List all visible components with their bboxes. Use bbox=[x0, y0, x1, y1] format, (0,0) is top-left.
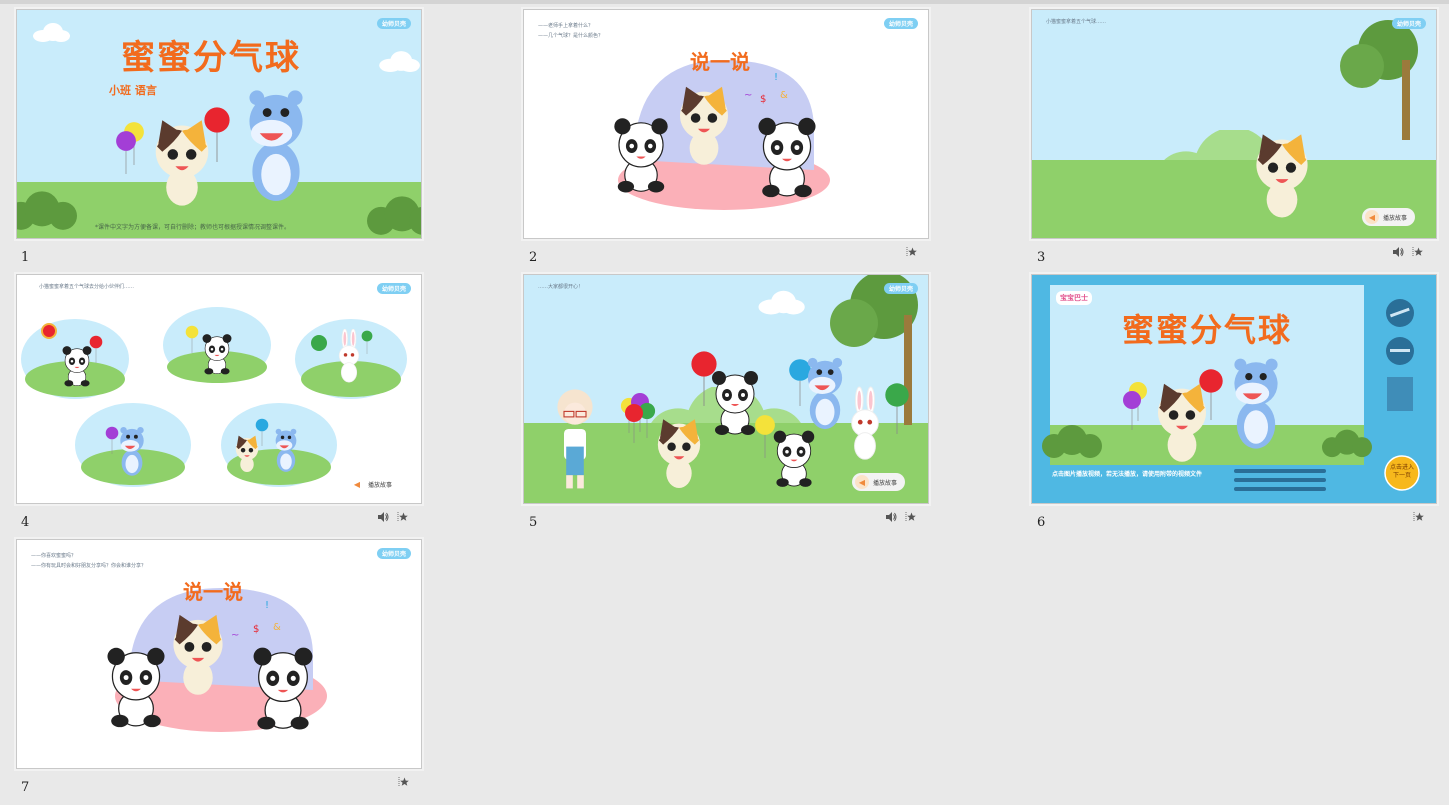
star-icon[interactable] bbox=[397, 776, 409, 788]
slide-6-next-sub: 下一页 bbox=[1392, 472, 1411, 479]
slide-1-subtitle: 小班 语言 bbox=[109, 84, 157, 97]
slide-5-indicators bbox=[885, 511, 916, 523]
slide-3-indicators bbox=[1392, 246, 1423, 258]
slide-5-logo: 幼师贝壳 bbox=[883, 283, 918, 294]
slide-2-logo: 幼师贝壳 bbox=[883, 18, 918, 29]
slide-4-logo: 幼师贝壳 bbox=[376, 283, 411, 294]
slide-2-artwork: ! $ & ~ bbox=[524, 10, 928, 238]
star-icon[interactable] bbox=[905, 246, 917, 258]
slide-3-play-label: 播放故事 bbox=[1383, 214, 1408, 222]
slide-thumbnail-4[interactable]: 小猫蜜蜜拿着五个气球去分给小伙伴们…… 幼师贝壳 ◀ 播放故事 bbox=[16, 274, 422, 504]
slide-5-story-text: ……大家都很开心！ bbox=[538, 284, 584, 290]
slide-number-3: 3 bbox=[1037, 250, 1046, 265]
slide-5-artwork bbox=[524, 275, 928, 503]
slide-7-heading: 说一说 bbox=[183, 580, 243, 604]
slide-7-indicators bbox=[397, 776, 409, 788]
star-icon[interactable] bbox=[1412, 511, 1424, 523]
star-icon[interactable] bbox=[396, 511, 408, 523]
slide-2-question-1: ——老师手上拿着什么？ bbox=[538, 23, 594, 29]
svg-text:$: $ bbox=[760, 94, 766, 105]
slide-4-artwork bbox=[17, 275, 421, 503]
slide-7-question-2: ——你有玩具时会和好朋友分享吗？你会和谁分享？ bbox=[31, 563, 147, 569]
slide-thumbnail-5[interactable]: ……大家都很开心！ 幼师贝壳 ◀ 播放故事 bbox=[523, 274, 929, 504]
slide-6-indicators bbox=[1412, 511, 1424, 523]
svg-text:&: & bbox=[780, 90, 788, 101]
slide-3-story-text: 小猫蜜蜜拿着五个气球…… bbox=[1046, 19, 1107, 25]
slide-number-5: 5 bbox=[529, 515, 538, 530]
slide-4-play-story-button[interactable]: ◀ 播放故事 bbox=[347, 475, 400, 493]
slide-3-artwork bbox=[1032, 10, 1436, 238]
slide-number-1: 1 bbox=[21, 250, 30, 265]
speaker-icon: ◀ bbox=[855, 475, 869, 489]
star-icon[interactable] bbox=[1411, 246, 1423, 258]
svg-text:!: ! bbox=[774, 72, 778, 83]
speaker-icon[interactable] bbox=[377, 511, 389, 523]
slide-3-logo: 幼师贝壳 bbox=[1391, 18, 1426, 29]
slide-5-play-label: 播放故事 bbox=[873, 479, 898, 487]
slide-1-title: 蜜蜜分气球 bbox=[121, 38, 301, 78]
slide-6-next-label: 点击进入 bbox=[1389, 464, 1414, 471]
speaker-icon[interactable] bbox=[1392, 246, 1404, 258]
slide-thumbnail-7[interactable]: ! $ & ~ ——你喜欢蜜蜜吗？ ——你有玩具时会和好朋友分享吗？你会和谁分享… bbox=[16, 539, 422, 769]
slide-2-heading: 说一说 bbox=[690, 50, 750, 74]
slide-3-play-story-button[interactable]: ◀ 播放故事 bbox=[1362, 208, 1416, 226]
slide-2-indicators bbox=[905, 246, 917, 258]
top-toolbar-edge bbox=[0, 0, 1449, 4]
star-icon[interactable] bbox=[904, 511, 916, 523]
slide-6-title: 蜜蜜分气球 bbox=[1122, 311, 1293, 349]
slide-4-indicators bbox=[377, 511, 408, 523]
slide-7-artwork: ! $ & ~ bbox=[17, 540, 421, 768]
speaker-icon[interactable] bbox=[885, 511, 897, 523]
svg-text:~: ~ bbox=[744, 90, 752, 101]
slide-thumbnail-3[interactable]: 小猫蜜蜜拿着五个气球…… 幼师贝壳 ◀ 播放故事 bbox=[1031, 9, 1437, 239]
slide-1-note: *课件中文字为方便备课，可自行删除；教师也可根据授课情况调整课件。 bbox=[95, 224, 291, 231]
slide-5-play-story-button[interactable]: ◀ 播放故事 bbox=[852, 473, 906, 491]
slide-number-4: 4 bbox=[21, 515, 30, 530]
slide-number-6: 6 bbox=[1037, 515, 1046, 530]
slide-4-play-label: 播放故事 bbox=[368, 481, 393, 489]
svg-text:~: ~ bbox=[231, 630, 239, 641]
slide-6-next-button[interactable]: 点击进入 下一页 bbox=[1385, 464, 1419, 480]
slide-4-story-text: 小猫蜜蜜拿着五个气球去分给小伙伴们…… bbox=[39, 284, 135, 290]
slide-thumbnail-2[interactable]: ! $ & ~ ——老师手上拿着什么？ ——几个气球？是什么颜色？ 说一说 幼师… bbox=[523, 9, 929, 239]
speaker-icon: ◀ bbox=[1365, 210, 1379, 224]
slide-6-instruction: 点击图片播放视频，若无法播放，请使用附带的视频文件 bbox=[1052, 471, 1203, 478]
speaker-icon: ◀ bbox=[353, 479, 361, 489]
slide-7-question-1: ——你喜欢蜜蜜吗？ bbox=[31, 553, 77, 559]
scene-panel bbox=[21, 319, 129, 399]
slide-number-2: 2 bbox=[529, 250, 538, 265]
slide-6-brand-logo: 宝宝巴士 bbox=[1056, 291, 1092, 305]
svg-text:&: & bbox=[273, 622, 281, 633]
slide-7-logo: 幼师贝壳 bbox=[376, 548, 411, 559]
slide-thumbnail-6[interactable]: 宝宝巴士 蜜蜜分气球 点击图片播放视频，若无法播放，请使用附带的视频文件 点击进… bbox=[1031, 274, 1437, 504]
svg-text:!: ! bbox=[265, 600, 269, 611]
slide-number-7: 7 bbox=[21, 780, 30, 795]
slide-1-logo: 幼师贝壳 bbox=[376, 18, 411, 29]
svg-text:$: $ bbox=[253, 624, 259, 635]
slide-thumbnail-1[interactable]: 蜜蜜分气球 小班 语言 *课件中文字为方便备课，可自行删除；教师也可根据授课情况… bbox=[16, 9, 422, 239]
slide-2-question-2: ——几个气球？是什么颜色？ bbox=[538, 33, 604, 39]
